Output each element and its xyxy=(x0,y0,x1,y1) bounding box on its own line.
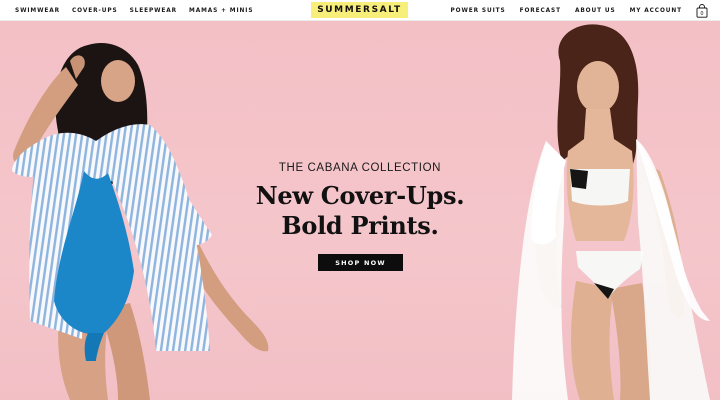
nav-cover-ups[interactable]: COVER-UPS xyxy=(72,8,118,14)
hero-headline-line-2: Bold Prints. xyxy=(281,211,439,240)
site-header: SWIMWEAR COVER-UPS SLEEPWEAR MAMAS + MIN… xyxy=(0,0,720,21)
shopping-bag-icon[interactable]: 0 xyxy=(696,3,708,18)
nav-forecast[interactable]: FORECAST xyxy=(520,8,561,14)
nav-swimwear[interactable]: SWIMWEAR xyxy=(15,8,60,14)
nav-power-suits[interactable]: POWER SUITS xyxy=(450,8,505,14)
nav-mamas-minis[interactable]: MAMAS + MINIS xyxy=(189,8,253,14)
collection-eyebrow: THE CABANA COLLECTION xyxy=(278,162,442,174)
nav-sleepwear[interactable]: SLEEPWEAR xyxy=(130,8,177,14)
hero-content: THE CABANA COLLECTION New Cover-Ups. Bol… xyxy=(230,21,490,400)
hero-headline: New Cover-Ups. Bold Prints. xyxy=(230,181,490,241)
hero-banner[interactable]: THE CABANA COLLECTION New Cover-Ups. Bol… xyxy=(0,21,720,400)
brand-logo[interactable]: SUMMERSALT xyxy=(311,2,408,18)
shop-now-button[interactable]: SHOP NOW xyxy=(318,254,403,271)
secondary-nav: POWER SUITS FORECAST ABOUT US MY ACCOUNT… xyxy=(450,0,708,21)
hero-image-right-model xyxy=(512,24,710,400)
nav-my-account[interactable]: MY ACCOUNT xyxy=(630,8,682,14)
cart-count: 0 xyxy=(700,11,703,17)
brand-logo-text: SUMMERSALT xyxy=(317,5,402,15)
nav-about-us[interactable]: ABOUT US xyxy=(575,8,616,14)
primary-nav: SWIMWEAR COVER-UPS SLEEPWEAR MAMAS + MIN… xyxy=(15,0,253,21)
hero-headline-line-1: New Cover-Ups. xyxy=(255,181,465,210)
